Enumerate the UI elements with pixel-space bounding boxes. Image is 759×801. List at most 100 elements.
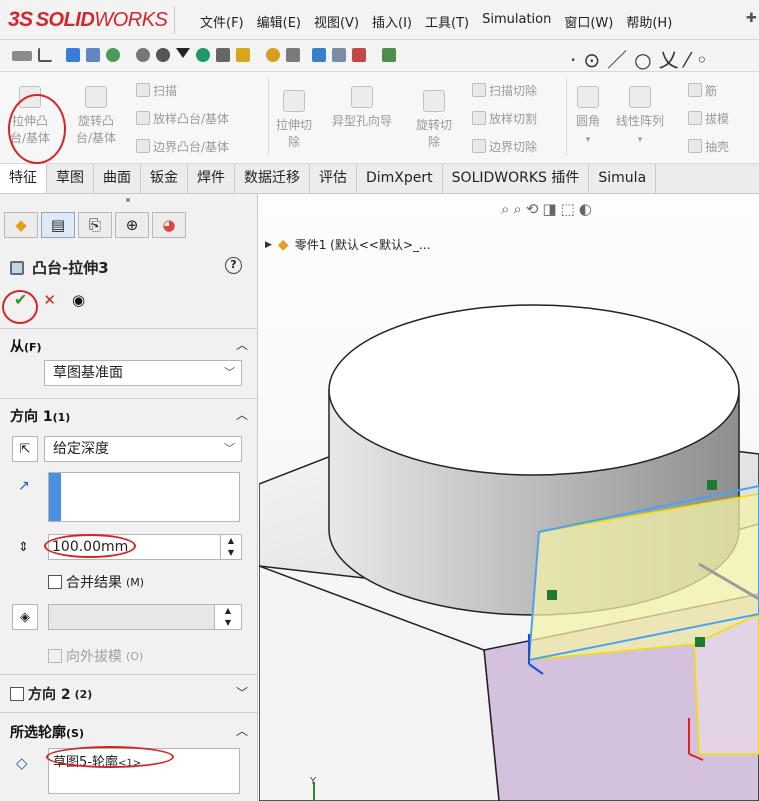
appearance-icon[interactable] [106, 48, 120, 62]
open-icon[interactable] [352, 48, 366, 62]
revolve-cut-icon [423, 90, 445, 112]
from-section-header[interactable]: 从(F) [10, 336, 42, 356]
property-manager-tab-icon[interactable]: ▤ [41, 212, 75, 238]
boundary-icon [136, 139, 150, 153]
units-icon[interactable] [12, 51, 32, 61]
display-manager-tab-icon[interactable]: ◕ [152, 212, 186, 238]
hole-wizard-button[interactable]: 异型孔向导 [332, 86, 392, 129]
tab-features[interactable]: 特征 [0, 164, 47, 193]
tab-simulation[interactable]: Simula [589, 164, 657, 193]
chevron-up-icon[interactable]: ︿ [236, 336, 248, 353]
sweep-button[interactable]: 扫描 [136, 82, 177, 99]
help-icon[interactable]: ? [225, 257, 242, 274]
end-condition-value: 给定深度 [53, 441, 109, 457]
tab-dimxpert[interactable]: DimXpert [357, 164, 443, 193]
swept-cut-button[interactable]: 扫描切除 [472, 82, 537, 99]
menu-edit[interactable]: 编辑(E) [257, 12, 301, 31]
revolve-cut-label-2: 除 [428, 135, 441, 149]
revolve-cut-button[interactable]: 旋转切 除 [416, 90, 452, 150]
revolve-cut-label-1: 旋转切 [416, 118, 453, 132]
boundary-cut-button[interactable]: 边界切除 [472, 138, 537, 155]
find-icon[interactable] [286, 48, 300, 62]
dimxpert-manager-tab-icon[interactable]: ⊕ [115, 212, 149, 238]
display-icon[interactable] [66, 48, 80, 62]
fillet-label: 圆角 [576, 114, 601, 128]
menu-insert[interactable]: 插入(I) [372, 12, 412, 31]
options-gear-icon[interactable] [136, 48, 150, 62]
logo-divider [174, 6, 175, 34]
sketch-icon[interactable] [38, 48, 52, 62]
chevron-up-icon[interactable]: ︿ [236, 722, 248, 739]
print-icon[interactable] [332, 48, 346, 62]
eye-icon[interactable]: ◉ [72, 291, 85, 309]
extrude-cut-icon [283, 90, 305, 112]
from-select[interactable]: 草图基准面 ﹀ [44, 360, 242, 386]
check-icon[interactable]: ✔ [14, 290, 27, 309]
location-icon[interactable] [196, 48, 210, 62]
assembly-icon[interactable] [86, 48, 100, 62]
rib-icon [688, 83, 702, 97]
lofted-cut-button[interactable]: 放样切割 [472, 110, 537, 127]
feature-manager-tab-icon[interactable]: ◆ [4, 212, 38, 238]
draft-toggle-icon[interactable]: ◈ [12, 604, 38, 630]
revolve-boss-icon [85, 86, 108, 108]
chevron-down-icon[interactable]: ﹀ [236, 684, 248, 701]
component-icon[interactable] [236, 48, 250, 62]
spin-buttons[interactable]: ▲ ▼ [220, 535, 241, 559]
tab-sheet-metal[interactable]: 钣金 [141, 164, 188, 193]
direction1-section-header[interactable]: 方向 1(1) [10, 406, 70, 426]
revolve-boss-button[interactable]: 旋转凸 台/基体 [76, 86, 116, 146]
property-manager: ◆ ▤ ⎘ ⊕ ◕ 凸台-拉伸3 ? ✔ ✕ ◉ 从(F) ︿ 草图基准面 ﹀ … [0, 194, 258, 801]
menu-tools[interactable]: 工具(T) [425, 12, 469, 31]
reverse-direction-icon[interactable]: ⇱ [12, 436, 38, 462]
zoom-icon[interactable] [266, 48, 280, 62]
panel-grip[interactable] [126, 198, 130, 202]
pin-icon[interactable]: ✚ [746, 11, 757, 26]
settings-gear-icon[interactable] [156, 48, 170, 62]
tab-weldments[interactable]: 焊件 [188, 164, 235, 193]
divider [0, 398, 258, 399]
tab-surfaces[interactable]: 曲面 [94, 164, 141, 193]
fillet-button[interactable]: 圆角 ▾ [576, 86, 600, 145]
filter-icon[interactable] [176, 48, 190, 58]
selected-contours-header[interactable]: 所选轮廓(S) [10, 722, 84, 742]
loft-button[interactable]: 放样凸台/基体 [136, 110, 229, 127]
measure-icon[interactable] [216, 48, 230, 62]
menu-help[interactable]: 帮助(H) [626, 12, 672, 31]
end-condition-select[interactable]: 给定深度 ﹀ [44, 436, 242, 462]
direction2-checkbox[interactable]: 方向 2 (2) [10, 684, 92, 704]
menu-simulation[interactable]: Simulation [482, 12, 551, 31]
draft-button[interactable]: 拔模 [688, 110, 729, 127]
direction-reference-box[interactable] [48, 472, 240, 522]
extrude-cut-button[interactable]: 拉伸切 除 [276, 90, 312, 150]
chevron-up-icon[interactable]: ︿ [236, 406, 248, 423]
merge-checkbox-box[interactable] [48, 575, 62, 589]
tab-addins[interactable]: SOLIDWORKS 插件 [443, 164, 590, 193]
shell-button[interactable]: 抽壳 [688, 138, 729, 155]
save-icon[interactable] [312, 48, 326, 62]
pattern-dropdown-icon[interactable]: ▾ [616, 135, 664, 145]
close-icon[interactable]: ✕ [43, 291, 56, 309]
menu-view[interactable]: 视图(V) [314, 12, 359, 31]
configuration-manager-tab-icon[interactable]: ⎘ [78, 212, 112, 238]
rebuild-icon[interactable] [382, 48, 396, 62]
cylinder-top-face[interactable] [328, 304, 740, 476]
graphics-area[interactable]: ⌕⌕⟲◨⬚◐ ▶ ◆ 零件1 (默认<<默认>_... Y [259, 194, 759, 801]
preview-tag-icon[interactable] [547, 590, 557, 600]
tab-sketch[interactable]: 草图 [47, 164, 94, 193]
menu-window[interactable]: 窗口(W) [564, 12, 613, 31]
main-menu: 文件(F) 编辑(E) 视图(V) 插入(I) 工具(T) Simulation… [200, 12, 685, 31]
linear-pattern-button[interactable]: 线性阵列 ▾ [616, 86, 664, 145]
preview-tag-icon[interactable] [695, 637, 705, 647]
extrude-boss-button[interactable]: 拉伸凸 台/基体 [10, 86, 50, 146]
tab-evaluate[interactable]: 评估 [310, 164, 357, 193]
menu-file[interactable]: 文件(F) [200, 12, 244, 31]
merge-result-checkbox[interactable]: 合并结果 (M) [48, 572, 144, 592]
direction2-box[interactable] [10, 687, 24, 701]
rib-button[interactable]: 筋 [688, 82, 717, 99]
preview-tag-icon[interactable] [707, 480, 717, 490]
fillet-dropdown-icon[interactable]: ▾ [576, 135, 600, 145]
draft-outward-label: 向外拔模 [66, 649, 122, 665]
boundary-boss-button[interactable]: 边界凸台/基体 [136, 138, 229, 155]
tab-data-migration[interactable]: 数据迁移 [235, 164, 310, 193]
